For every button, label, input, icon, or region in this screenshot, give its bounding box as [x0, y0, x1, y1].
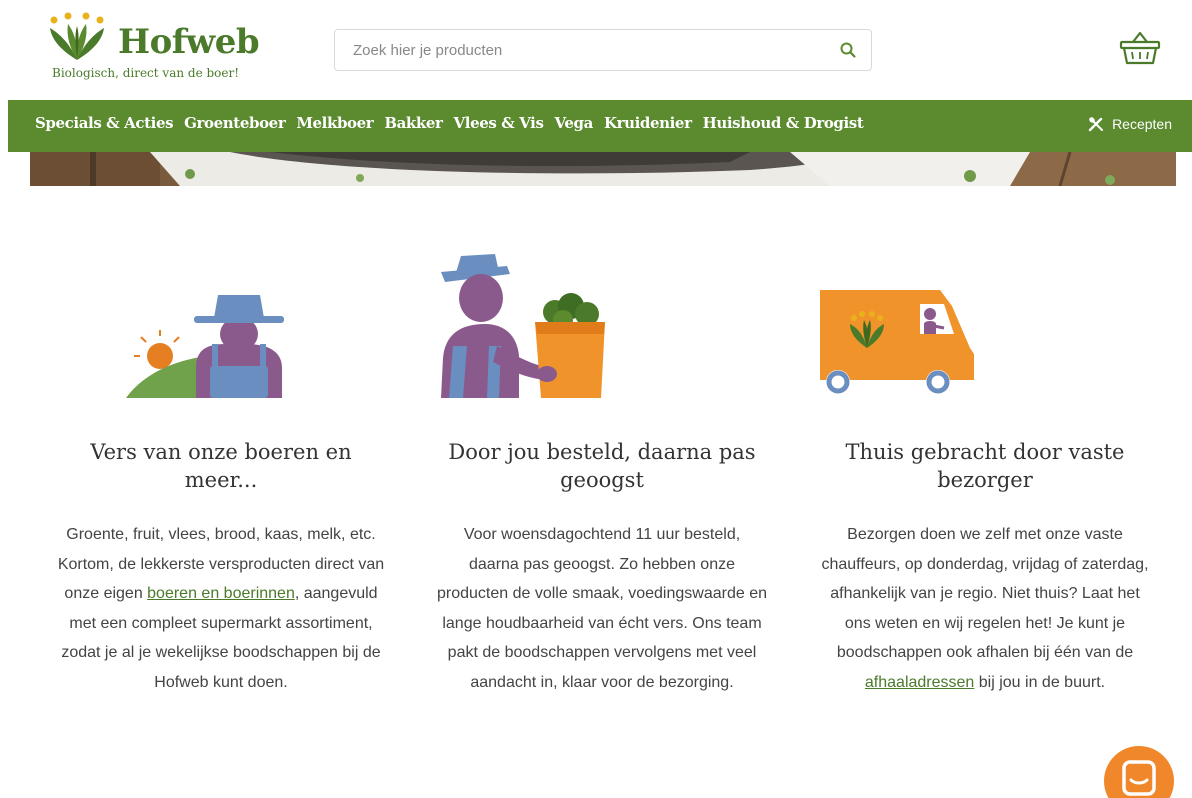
feature-delivery: Thuis gebracht door vaste bezorger Bezor…: [812, 250, 1150, 697]
feature-delivery-title: Thuis gebracht door vaste bezorger: [845, 440, 1125, 492]
farmer-illustration: [126, 295, 284, 398]
basket-icon[interactable]: [1118, 30, 1162, 66]
logo-leaves-icon: [50, 12, 104, 60]
feature-delivery-text: Bezorgen doen we zelf met onze vaste cha…: [820, 520, 1150, 697]
chat-icon: [1122, 760, 1156, 796]
boeren-en-boerinnen-link[interactable]: boeren en boerinnen: [147, 585, 295, 602]
nav-item-huishoud-drogist[interactable]: Huishoud & Drogist: [703, 114, 864, 132]
chat-button[interactable]: [1104, 746, 1174, 798]
nav-item-specials-acties[interactable]: Specials & Acties: [35, 114, 174, 132]
search-input[interactable]: [335, 30, 825, 70]
nav-item-vega[interactable]: Vega: [555, 114, 594, 132]
nav-item-bakker[interactable]: Bakker: [384, 114, 443, 132]
feature-harvest-title: Door jou besteld, daarna pas geoogst: [448, 440, 756, 492]
feature-harvest-text: Voor woensdagochtend 11 uur besteld, daa…: [437, 526, 767, 691]
recepten-link[interactable]: Recepten: [1088, 116, 1172, 132]
feature-farmers: Vers van onze boeren en meer... Groente,…: [56, 250, 386, 697]
hero-image: [30, 152, 1176, 186]
nav-item-groenteboer[interactable]: Groenteboer: [184, 114, 286, 132]
delivery-van-illustration: [812, 290, 974, 394]
recepten-label: Recepten: [1112, 116, 1172, 132]
logo-name: Hofweb: [118, 22, 260, 62]
main-nav: Specials & Acties Groenteboer Melkboer B…: [8, 100, 1192, 152]
cutlery-icon: [1088, 117, 1104, 132]
logo[interactable]: Hofweb Biologisch, direct van de boer!: [46, 12, 276, 84]
harvest-illustration: [441, 254, 605, 398]
nav-item-vlees-vis[interactable]: Vlees & Vis: [454, 114, 544, 132]
feature-farmers-text: Groente, fruit, vlees, brood, kaas, melk…: [56, 520, 386, 697]
feature-harvest: Door jou besteld, daarna pas geoogst Voo…: [437, 250, 767, 697]
logo-tagline: Biologisch, direct van de boer!: [52, 66, 240, 80]
feature-farmers-title: Vers van onze boeren en meer...: [90, 440, 352, 492]
feature-delivery-text-a: Bezorgen doen we zelf met onze vaste cha…: [821, 526, 1149, 661]
search-box: [334, 29, 872, 71]
search-icon[interactable]: [839, 41, 857, 59]
afhaaladressen-link[interactable]: afhaaladressen: [865, 674, 974, 691]
site-header: Hofweb Biologisch, direct van de boer!: [0, 0, 1192, 100]
nav-item-melkboer[interactable]: Melkboer: [296, 114, 373, 132]
feature-delivery-text-b: bij jou in de buurt.: [974, 673, 1106, 691]
nav-item-kruidenier[interactable]: Kruidenier: [604, 114, 692, 132]
